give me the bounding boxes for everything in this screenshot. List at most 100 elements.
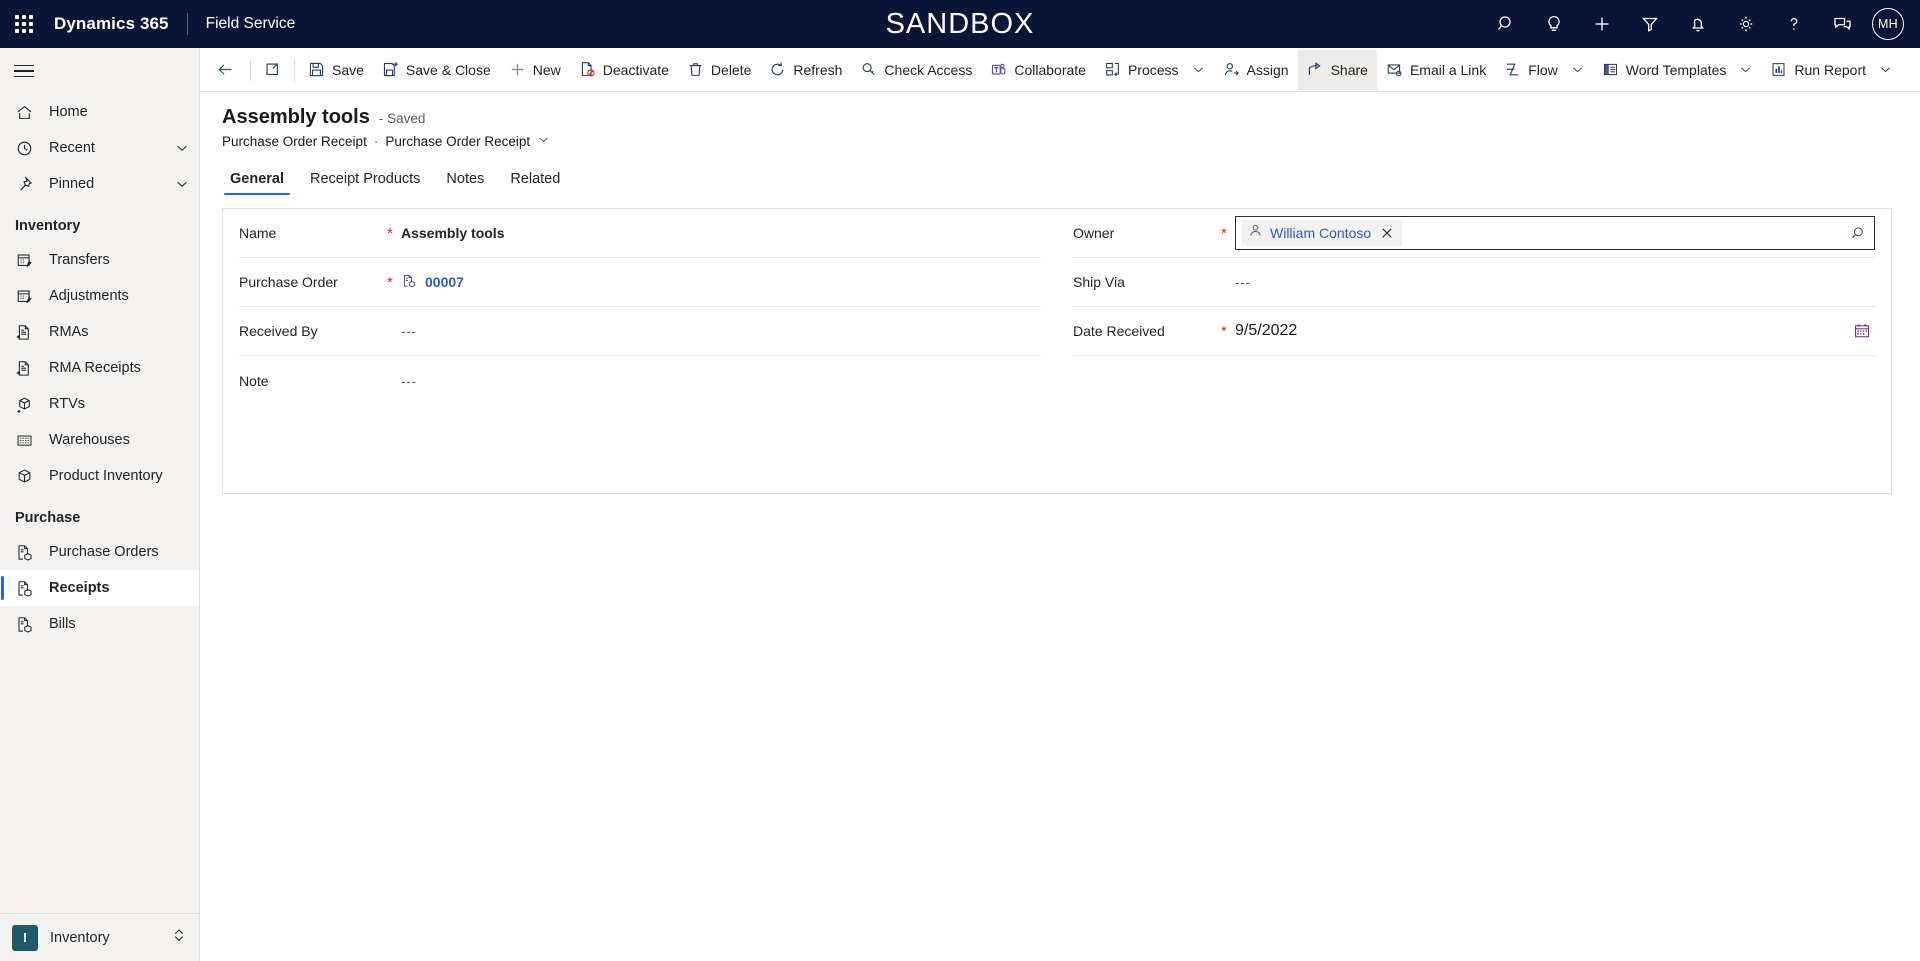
flow-button[interactable]: Flow	[1495, 50, 1593, 90]
save-button[interactable]: Save	[299, 50, 373, 90]
popout-icon	[264, 61, 281, 78]
refresh-button[interactable]: Refresh	[760, 50, 851, 90]
field-label: Ship Via	[1073, 274, 1125, 290]
field-label: Purchase Order	[239, 274, 338, 290]
document-return-icon	[15, 322, 37, 342]
owner-chip[interactable]: William Contoso	[1242, 220, 1403, 246]
word-icon	[1602, 61, 1619, 78]
lightbulb-icon[interactable]	[1530, 0, 1578, 48]
bell-icon[interactable]	[1674, 0, 1722, 48]
share-button[interactable]: Share	[1297, 49, 1377, 90]
box-icon	[15, 466, 37, 486]
button-label: Run Report	[1794, 61, 1866, 78]
field-value[interactable]: ---	[401, 373, 1041, 389]
back-button[interactable]	[208, 53, 242, 87]
process-button[interactable]: Process	[1095, 50, 1214, 90]
sidebar-item-adjustments[interactable]: Adjustments	[0, 278, 199, 314]
sidebar-item-rma-receipts[interactable]: RMA Receipts	[0, 350, 199, 386]
header-divider	[186, 13, 188, 35]
chevron-down-icon[interactable]	[175, 141, 189, 155]
calendar-icon[interactable]	[1853, 322, 1875, 340]
sidebar-item-label: Transfers	[49, 252, 110, 268]
field-value[interactable]: ---	[1235, 274, 1875, 290]
purchase-order-link[interactable]: 00007	[425, 274, 464, 290]
tab-related[interactable]: Related	[502, 165, 568, 196]
pin-icon	[15, 174, 37, 194]
area-switcher[interactable]: I Inventory	[0, 913, 199, 961]
form-tabs: General Receipt Products Notes Related	[200, 165, 1920, 196]
owner-lookup-input[interactable]: William Contoso	[1235, 216, 1875, 250]
question-icon[interactable]	[1770, 0, 1818, 48]
app-name[interactable]: Field Service	[206, 15, 296, 33]
assign-button[interactable]: Assign	[1214, 50, 1298, 90]
sidebar-item-transfers[interactable]: Transfers	[0, 242, 199, 278]
delete-button[interactable]: Delete	[678, 50, 760, 90]
title-row: Assembly tools - Saved	[222, 106, 1920, 129]
report-icon	[1770, 61, 1787, 78]
sidebar-item-label: Recent	[49, 140, 95, 156]
sidebar-item-home[interactable]: Home	[0, 94, 199, 130]
building-icon	[15, 430, 37, 450]
plus-icon[interactable]	[1578, 0, 1626, 48]
sidebar-item-bills[interactable]: Bills	[0, 606, 199, 642]
deactivate-button[interactable]: Deactivate	[570, 50, 678, 90]
open-in-new-window-button[interactable]	[255, 50, 290, 90]
brand-title[interactable]: Dynamics 365	[48, 14, 169, 34]
field-label: Name	[239, 225, 277, 241]
gear-icon[interactable]	[1722, 0, 1770, 48]
field-received-by: Received By ---	[239, 307, 1041, 356]
feedback-icon[interactable]	[1818, 0, 1866, 48]
owner-name: William Contoso	[1270, 225, 1372, 241]
check-access-button[interactable]: Check Access	[851, 50, 981, 90]
field-value[interactable]: 9/5/2022	[1235, 322, 1297, 340]
chevron-down-icon[interactable]	[175, 177, 189, 191]
tab-general[interactable]: General	[222, 165, 292, 196]
filter-icon[interactable]	[1626, 0, 1674, 48]
plus-icon	[509, 61, 526, 78]
app-launcher-button[interactable]	[0, 0, 48, 48]
sitemap-toggle-button[interactable]	[0, 48, 199, 94]
sidebar-item-warehouses[interactable]: Warehouses	[0, 422, 199, 458]
sidebar-item-receipts[interactable]: Receipts	[0, 570, 199, 606]
close-icon[interactable]	[1378, 226, 1396, 240]
chevron-down-icon[interactable]	[537, 133, 550, 149]
collaborate-button[interactable]: Collaborate	[981, 50, 1095, 90]
sidebar-item-rtvs[interactable]: RTVs	[0, 386, 199, 422]
field-value[interactable]: Assembly tools	[401, 225, 1041, 241]
word-templates-button[interactable]: Word Templates	[1593, 50, 1762, 90]
field-value[interactable]: ---	[401, 323, 1041, 339]
run-report-button[interactable]: Run Report	[1761, 50, 1901, 90]
email-a-link-button[interactable]: Email a Link	[1377, 50, 1495, 90]
sidebar-item-label: Receipts	[49, 580, 110, 596]
field-label: Date Received	[1073, 323, 1165, 339]
breadcrumb-parent[interactable]: Purchase Order Receipt	[222, 134, 367, 149]
avatar[interactable]: MH	[1872, 8, 1904, 40]
chevron-down-icon[interactable]	[1879, 63, 1892, 76]
breadcrumb: Purchase Order Receipt · Purchase Order …	[222, 133, 1920, 149]
sidebar-item-product-inventory[interactable]: Product Inventory	[0, 458, 199, 494]
share-icon	[1307, 61, 1324, 78]
required-marker: *	[1221, 224, 1227, 242]
sidebar-item-recent[interactable]: Recent	[0, 130, 199, 166]
search-icon[interactable]	[1849, 225, 1870, 242]
key-icon	[860, 61, 877, 78]
email-link-icon	[1386, 61, 1403, 78]
chevron-updown-icon[interactable]	[171, 927, 187, 948]
save-close-icon	[382, 61, 399, 78]
breadcrumb-separator: ·	[373, 133, 379, 149]
sidebar-item-rmas[interactable]: RMAs	[0, 314, 199, 350]
chevron-down-icon[interactable]	[1739, 63, 1752, 76]
chevron-down-icon[interactable]	[1571, 63, 1584, 76]
hamburger-icon	[14, 61, 34, 81]
tab-receipt-products[interactable]: Receipt Products	[302, 165, 428, 196]
chevron-down-icon[interactable]	[1192, 63, 1205, 76]
save-and-close-button[interactable]: Save & Close	[373, 50, 500, 90]
environment-banner-text: SANDBOX	[885, 7, 1035, 40]
button-label: Delete	[710, 61, 752, 78]
tab-notes[interactable]: Notes	[438, 165, 492, 196]
search-icon[interactable]	[1482, 0, 1530, 48]
breadcrumb-current[interactable]: Purchase Order Receipt	[385, 134, 530, 149]
sidebar-item-pinned[interactable]: Pinned	[0, 166, 199, 202]
new-button[interactable]: New	[500, 50, 570, 90]
sidebar-item-purchase-orders[interactable]: Purchase Orders	[0, 534, 199, 570]
